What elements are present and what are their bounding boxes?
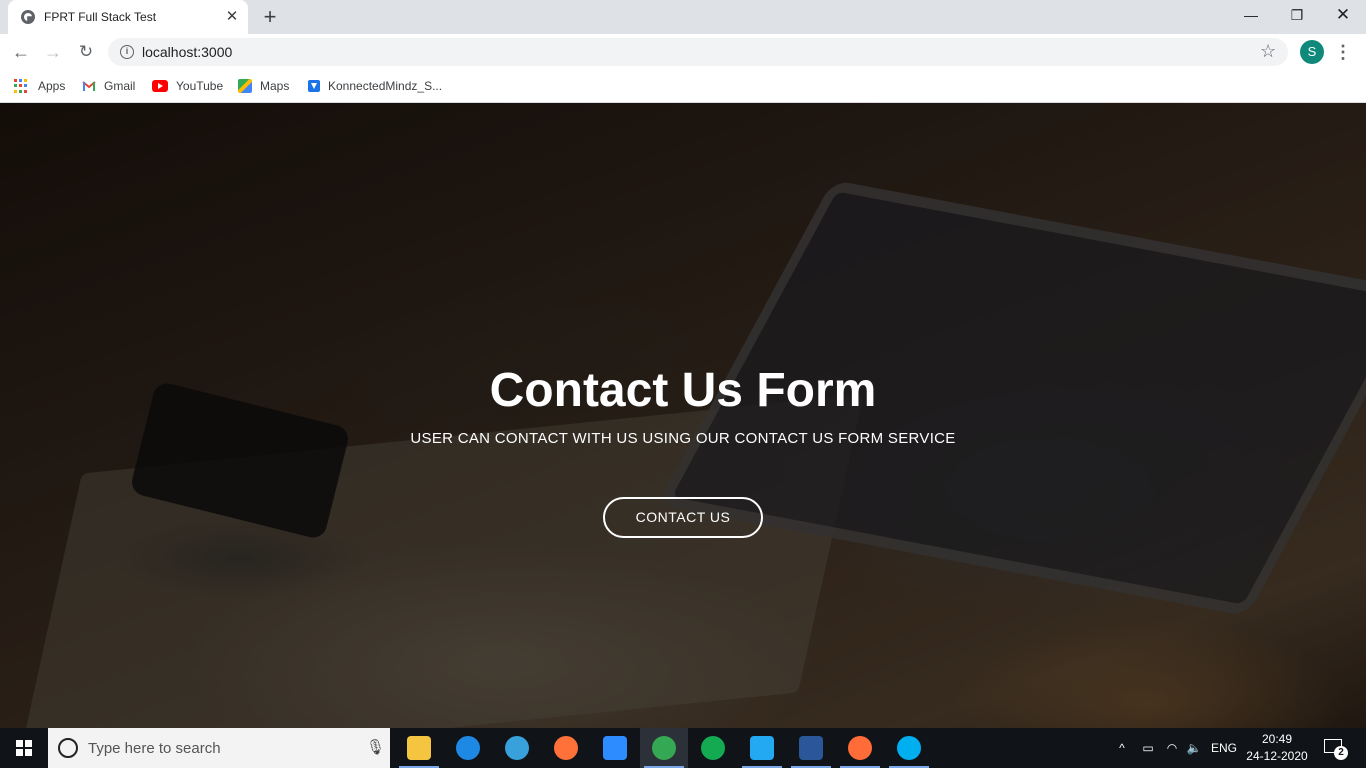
back-button[interactable]: ←: [8, 40, 34, 64]
browser-toolbar: ← → ↻ i localhost:3000 ☆ S ⋮: [0, 34, 1366, 70]
bookmark-apps[interactable]: Apps: [14, 76, 65, 96]
show-hidden-icons-chevron[interactable]: ^: [1112, 728, 1132, 768]
page-title: Contact Us Form: [489, 364, 877, 417]
taskbar-app-file-explorer[interactable]: [395, 728, 443, 768]
taskbar-app-postman[interactable]: [836, 728, 884, 768]
address-bar[interactable]: i localhost:3000 ☆: [108, 38, 1288, 66]
taskbar-app-mongodb-compass[interactable]: [689, 728, 737, 768]
windows-logo-icon: [16, 740, 32, 756]
action-center-button[interactable]: 2: [1320, 736, 1350, 760]
browser-menu-icon[interactable]: ⋮: [1334, 40, 1352, 64]
youtube-icon: [152, 80, 168, 92]
taskbar-app-internet-explorer[interactable]: [493, 728, 541, 768]
bookmark-label: Apps: [38, 79, 66, 93]
word-icon: [799, 736, 823, 760]
file-explorer-icon: [407, 736, 431, 760]
chrome-icon: [652, 736, 676, 760]
window-close-button[interactable]: ✕: [1328, 4, 1358, 26]
maximize-button[interactable]: ❐: [1282, 4, 1312, 26]
taskbar-app-skype[interactable]: [885, 728, 933, 768]
browser-tab[interactable]: FPRT Full Stack Test ✕: [8, 0, 248, 34]
bookmark-site-icon: [308, 80, 320, 92]
tab-title: FPRT Full Stack Test: [44, 10, 157, 24]
minimize-button[interactable]: —: [1236, 4, 1266, 26]
bookmark-maps[interactable]: Maps: [238, 76, 289, 96]
hero-section: Contact Us Form USER CAN CONTACT WITH US…: [0, 103, 1366, 728]
zoom-icon: [603, 736, 627, 760]
taskbar-app-edge-legacy[interactable]: [444, 728, 492, 768]
wifi-icon[interactable]: ◠: [1162, 728, 1182, 768]
microphone-icon[interactable]: 🎙: [366, 738, 385, 758]
taskbar-app-firefox[interactable]: [542, 728, 590, 768]
bookmark-label: Gmail: [104, 79, 136, 93]
gmail-icon: [82, 81, 96, 91]
taskbar-clock[interactable]: 20:49 24-12-2020: [1244, 731, 1310, 765]
forward-button[interactable]: →: [40, 40, 66, 64]
page-subtitle: USER CAN CONTACT WITH US USING OUR CONTA…: [410, 430, 956, 447]
start-button[interactable]: [0, 728, 48, 768]
vscode-icon: [750, 736, 774, 760]
bookmark-star-icon[interactable]: ☆: [1260, 41, 1276, 62]
bookmark-label: YouTube: [176, 79, 224, 93]
search-placeholder: Type here to search: [88, 740, 221, 757]
browser-tab-strip: FPRT Full Stack Test ✕ + — ❐ ✕: [0, 0, 1366, 34]
internet-explorer-icon: [505, 736, 529, 760]
skype-icon: [897, 736, 921, 760]
edge-legacy-icon: [456, 736, 480, 760]
taskbar-app-zoom[interactable]: [591, 728, 639, 768]
taskbar-search-box[interactable]: Type here to search 🎙: [48, 728, 390, 768]
bookmark-konnectedmindz[interactable]: KonnectedMindz_S...: [308, 76, 442, 96]
battery-icon[interactable]: ▭: [1138, 728, 1158, 768]
windows-taskbar: Type here to search 🎙 ^ ▭ ◠ 🔈 ENG 20:49 …: [0, 728, 1366, 768]
contact-us-button[interactable]: CONTACT US: [603, 497, 763, 538]
taskbar-app-chrome[interactable]: [640, 728, 688, 768]
taskbar-app-word[interactable]: [787, 728, 835, 768]
bookmark-youtube[interactable]: YouTube: [152, 76, 223, 96]
firefox-icon: [554, 736, 578, 760]
taskbar-app-vscode[interactable]: [738, 728, 786, 768]
bookmarks-bar: Apps Gmail YouTube Maps KonnectedMindz_S…: [0, 70, 1366, 103]
profile-avatar[interactable]: S: [1300, 40, 1324, 64]
notification-count-badge: 2: [1334, 746, 1348, 760]
tab-close-icon[interactable]: ✕: [224, 9, 240, 25]
reload-button[interactable]: ↻: [73, 40, 99, 64]
volume-icon[interactable]: 🔈: [1184, 728, 1204, 768]
clock-time: 20:49: [1261, 732, 1293, 746]
mongodb-compass-icon: [701, 736, 725, 760]
url-text[interactable]: localhost:3000: [142, 44, 232, 60]
globe-icon: [21, 10, 35, 24]
bookmark-label: KonnectedMindz_S...: [328, 79, 443, 93]
clock-date: 24-12-2020: [1246, 749, 1308, 763]
language-indicator[interactable]: ENG: [1208, 728, 1240, 768]
apps-grid-icon: [14, 79, 28, 93]
new-tab-button[interactable]: +: [258, 6, 282, 28]
maps-icon: [238, 79, 252, 93]
bookmark-gmail[interactable]: Gmail: [82, 76, 135, 96]
postman-icon: [848, 736, 872, 760]
site-info-icon[interactable]: i: [120, 45, 134, 59]
cortana-icon: [58, 738, 78, 758]
bookmark-label: Maps: [260, 79, 290, 93]
